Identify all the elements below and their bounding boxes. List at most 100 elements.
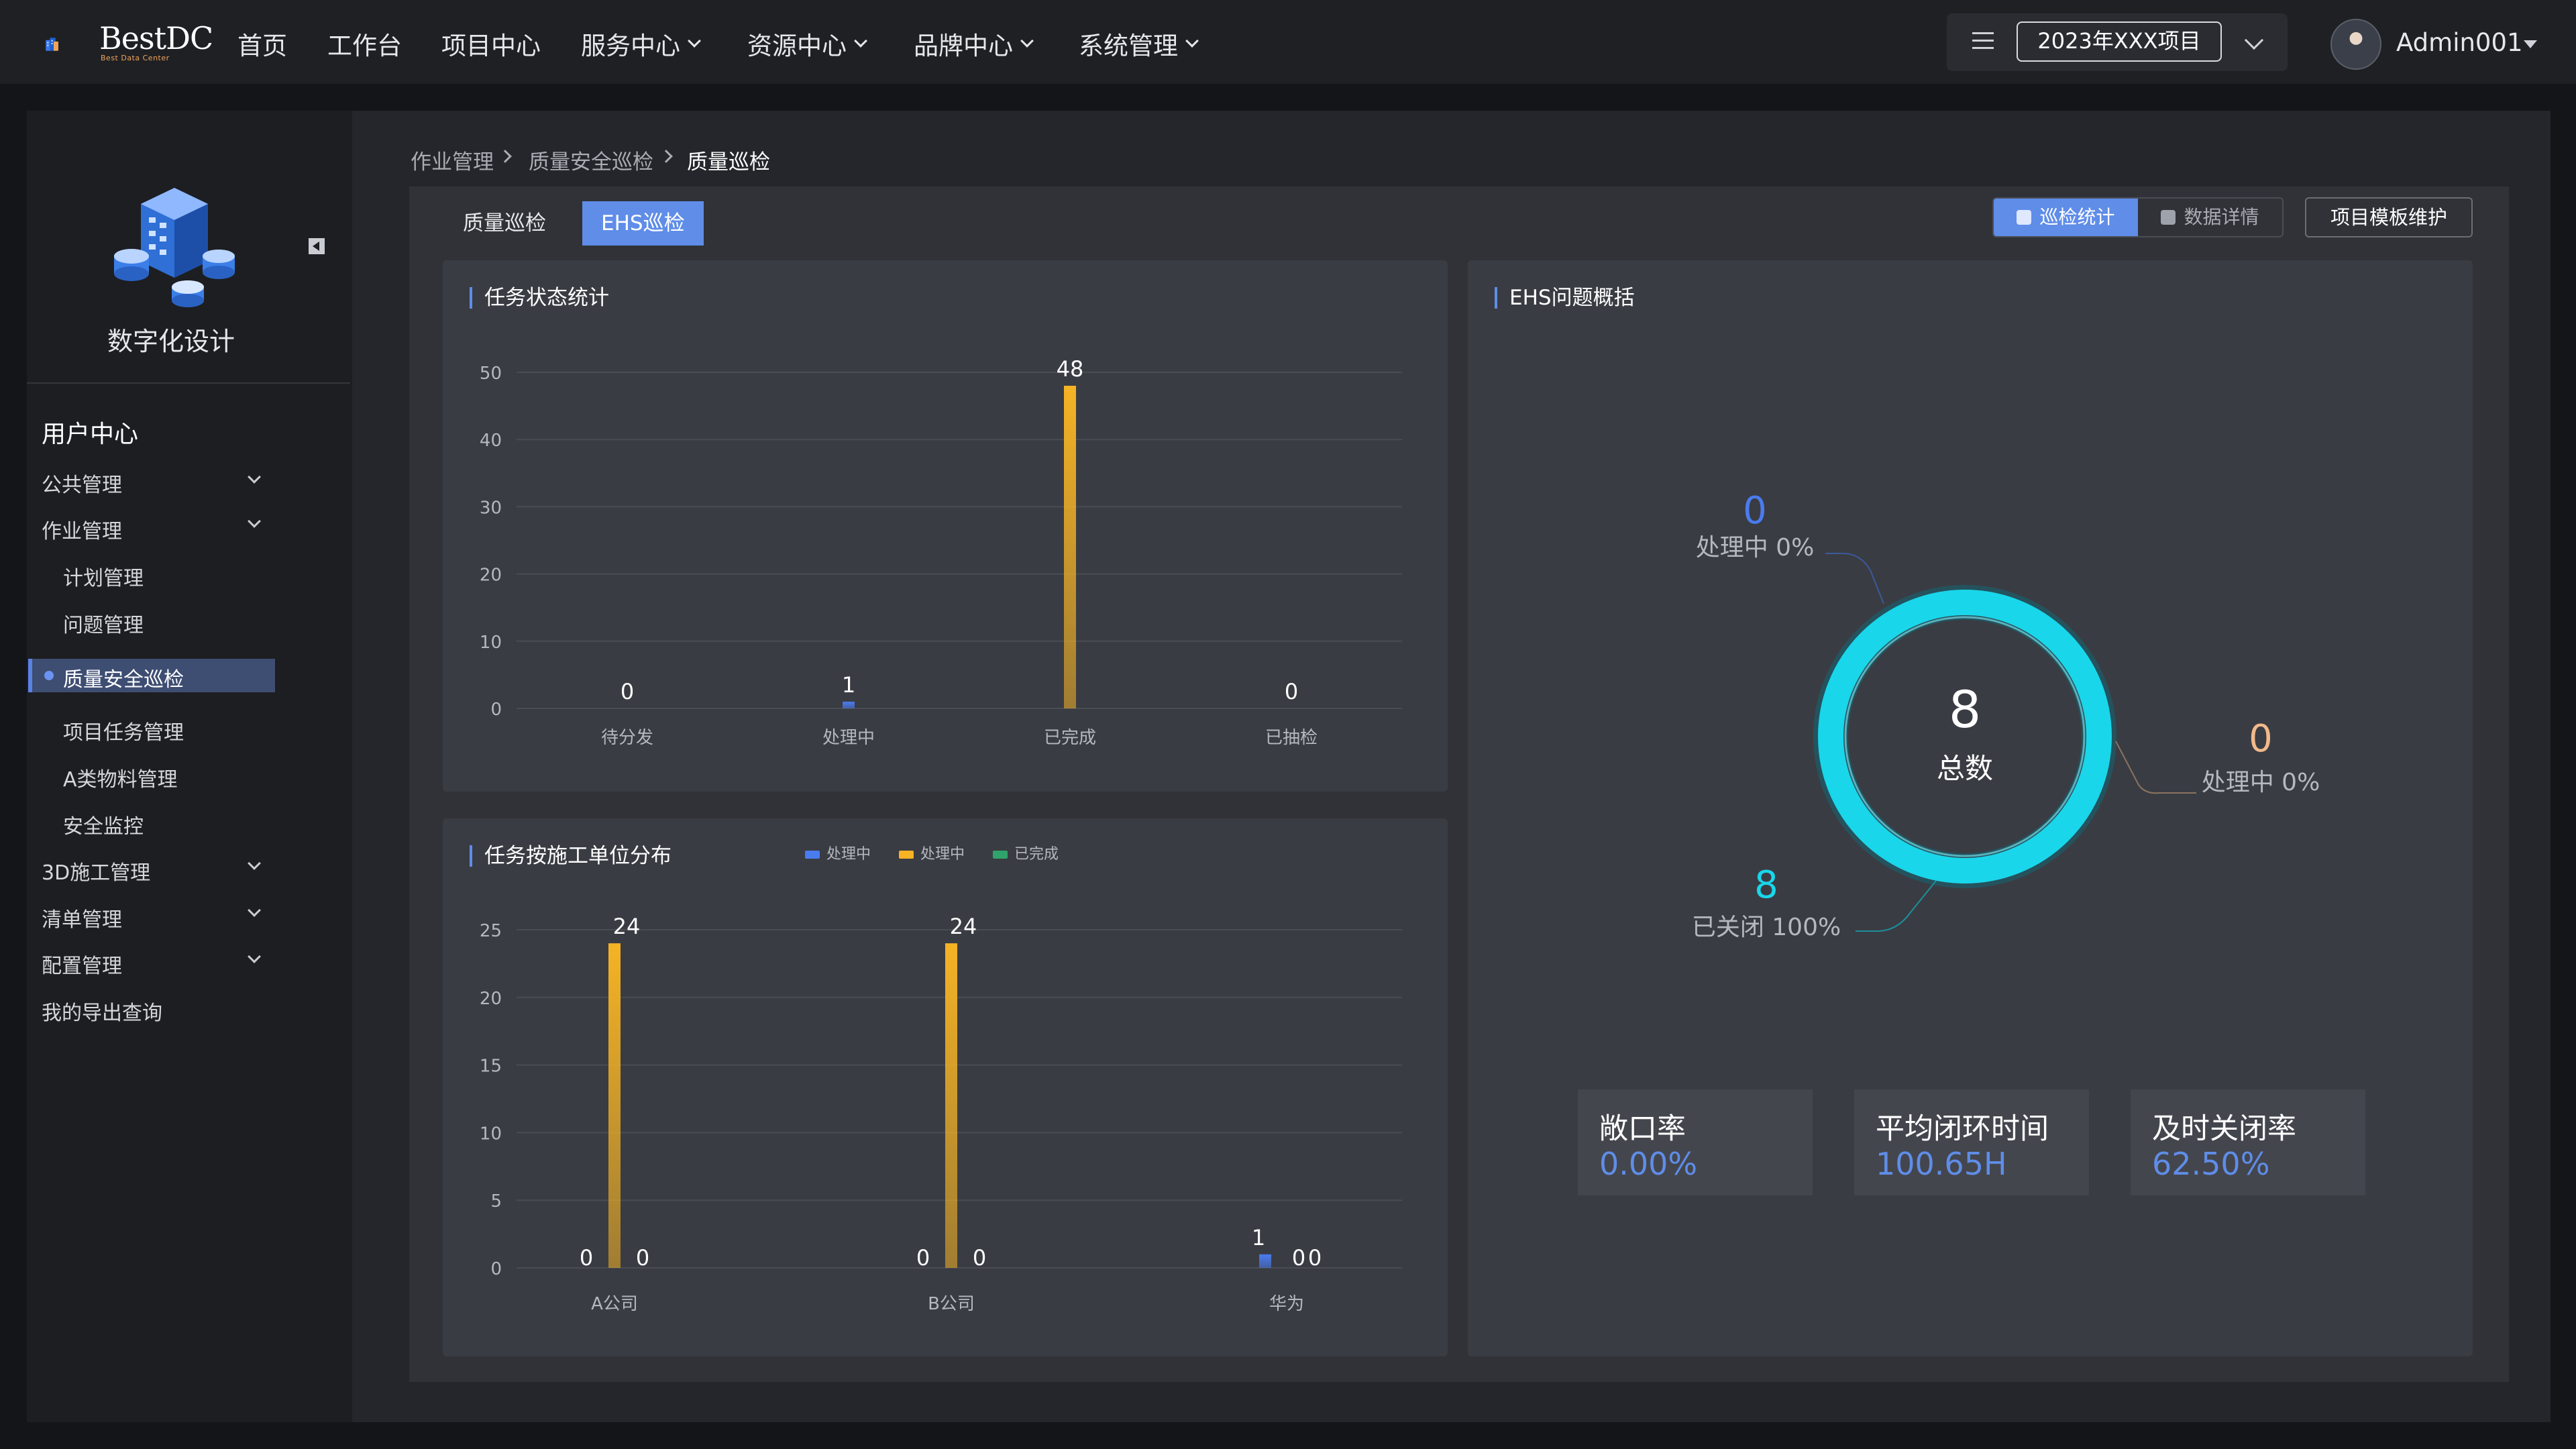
task-unit-chart: 处理中 处理中 已完成05101520250240A公司0240B公司10 0华为 <box>480 846 1402 1314</box>
caret-down-icon[interactable] <box>2524 40 2537 48</box>
sidebar-item-class-a-material[interactable]: A类物料管理 <box>63 763 178 792</box>
slice-value: 0 <box>2249 717 2273 761</box>
data-label: 48 <box>1057 356 1084 382</box>
brand-subtitle: Best Data Center <box>101 54 170 62</box>
sidebar-item-list-management[interactable]: 清单管理 <box>42 903 122 932</box>
sidebar-item-my-exports[interactable]: 我的导出查询 <box>42 996 162 1026</box>
y-tick-label: 30 <box>480 498 502 518</box>
stat-avg-close-time: 平均闭环时间 100.65H <box>1854 1089 2089 1195</box>
tab-quality-inspection[interactable]: 质量巡检 <box>444 201 565 246</box>
data-label: 0 <box>973 1245 986 1271</box>
sidebar-item-job-management[interactable]: 作业管理 <box>42 515 122 544</box>
tab-ehs-inspection[interactable]: EHS巡检 <box>582 201 704 246</box>
data-label: 0 <box>1292 1245 1305 1271</box>
sidebar-item-issue-management[interactable]: 问题管理 <box>63 608 144 638</box>
y-tick-label: 40 <box>480 431 502 451</box>
y-tick-label: 5 <box>490 1191 502 1212</box>
x-tick-label: 已抽检 <box>1265 728 1318 748</box>
details-view-label: 数据详情 <box>2184 206 2259 228</box>
y-tick-label: 0 <box>490 1259 502 1279</box>
data-label: 0 <box>621 679 634 704</box>
leader-line <box>1856 880 1937 932</box>
slice-label: 处理中 0% <box>1696 534 1815 561</box>
details-view-button[interactable]: 数据详情 <box>2138 199 2282 236</box>
menu-icon[interactable] <box>1972 32 1994 52</box>
nav-system-management-label: 系统管理 <box>1079 32 1178 60</box>
bar <box>608 943 621 1268</box>
nav-service-center-label: 服务中心 <box>581 32 680 60</box>
legend-label: 处理中 <box>920 846 965 863</box>
nav-system-management[interactable]: 系统管理 <box>1079 25 1199 62</box>
user-name[interactable]: Admin001 <box>2396 28 2523 57</box>
nav-workbench-label: 工作台 <box>327 32 402 60</box>
nav-service-center[interactable]: 服务中心 <box>581 25 701 62</box>
nav-workbench[interactable]: 工作台 <box>327 25 402 62</box>
nav-resource-center[interactable]: 资源中心 <box>747 25 867 62</box>
stat-timely-close-rate: 及时关闭率 62.50% <box>2131 1089 2365 1195</box>
data-label: 1 <box>842 672 855 698</box>
data-label: 0 <box>916 1245 930 1271</box>
stat-label: 敞口率 <box>1599 1112 1686 1146</box>
y-tick-label: 10 <box>480 633 502 653</box>
nav-resource-center-label: 资源中心 <box>747 32 847 60</box>
breadcrumb-quality-safety[interactable]: 质量安全巡检 <box>529 145 653 175</box>
stat-exposure-rate: 敞口率 0.00% <box>1578 1089 1813 1195</box>
stats-view-button[interactable]: 巡检统计 <box>1994 199 2138 236</box>
active-dot-icon <box>44 671 54 680</box>
chevron-down-icon <box>854 34 867 48</box>
y-tick-label: 10 <box>480 1124 502 1144</box>
x-tick-label: 待分发 <box>601 728 653 748</box>
legend-swatch <box>805 851 820 859</box>
ehs-overview-title: EHS问题概括 <box>1495 287 1635 309</box>
sidebar-item-config-management[interactable]: 配置管理 <box>42 949 122 979</box>
nav-project-center[interactable]: 项目中心 <box>441 25 541 62</box>
bar <box>843 701 855 708</box>
isometric-buildings-icon <box>114 188 235 307</box>
nav-brand-center[interactable]: 品牌中心 <box>914 25 1034 62</box>
sidebar-item-plan-management[interactable]: 计划管理 <box>63 561 144 591</box>
y-tick-label: 20 <box>480 566 502 586</box>
sidebar-item-3d-construction[interactable]: 3D施工管理 <box>42 856 150 885</box>
bar <box>1259 1254 1271 1268</box>
data-label: 1 <box>1252 1225 1265 1250</box>
collapse-sidebar-icon[interactable] <box>309 238 325 254</box>
list-icon <box>2161 210 2176 225</box>
user-avatar[interactable] <box>2330 19 2381 70</box>
ehs-donut-chart: 8总数0处理中 0%0处理中 0%8已关闭 100% <box>1692 489 2320 941</box>
x-tick-label: 已完成 <box>1044 728 1096 748</box>
chevron-down-icon <box>688 34 701 48</box>
center-total-label: 总数 <box>1937 752 1993 785</box>
template-maintenance-button[interactable]: 项目模板维护 <box>2305 197 2473 237</box>
data-label: 0 <box>580 1245 593 1271</box>
task-status-chart: 0 10 20 30 40 50 0 待分发 1 处理中 48 已完成 0 已抽检 <box>480 356 1402 748</box>
project-select[interactable]: 2023年XXX项目 <box>2017 21 2222 62</box>
data-label: 0 <box>1308 1245 1322 1271</box>
stat-label: 及时关闭率 <box>2152 1112 2296 1146</box>
leader-line <box>2115 741 2196 794</box>
sidebar-title: 数字化设计 <box>107 327 235 356</box>
chart-icon <box>2017 210 2032 225</box>
stat-label: 平均闭环时间 <box>1876 1112 2049 1146</box>
y-tick-label: 50 <box>480 364 502 384</box>
bar <box>945 943 957 1268</box>
sidebar-item-label: 质量安全巡检 <box>63 668 184 692</box>
legend-label: 处理中 <box>826 846 871 863</box>
sidebar-divider <box>27 382 350 384</box>
x-tick-label: B公司 <box>928 1294 975 1314</box>
sidebar-item-public-management[interactable]: 公共管理 <box>42 468 122 498</box>
breadcrumb-job-management[interactable]: 作业管理 <box>411 145 494 175</box>
nav-home[interactable]: 首页 <box>237 25 287 62</box>
y-tick-label: 15 <box>480 1057 502 1077</box>
brand-logo-icon[interactable] <box>43 17 97 71</box>
sidebar-item-safety-monitoring[interactable]: 安全监控 <box>63 810 144 839</box>
chevron-down-icon <box>1185 34 1199 48</box>
sidebar-item-project-task-management[interactable]: 项目任务管理 <box>63 716 184 745</box>
nav-home-label: 首页 <box>237 32 287 60</box>
bar <box>1064 386 1076 708</box>
legend-label: 已完成 <box>1014 846 1059 863</box>
stat-value: 100.65H <box>1876 1146 2007 1182</box>
y-tick-label: 0 <box>490 700 502 720</box>
slice-value: 0 <box>1743 489 1767 533</box>
slice-value: 8 <box>1754 863 1778 907</box>
x-tick-label: A公司 <box>591 1294 638 1314</box>
